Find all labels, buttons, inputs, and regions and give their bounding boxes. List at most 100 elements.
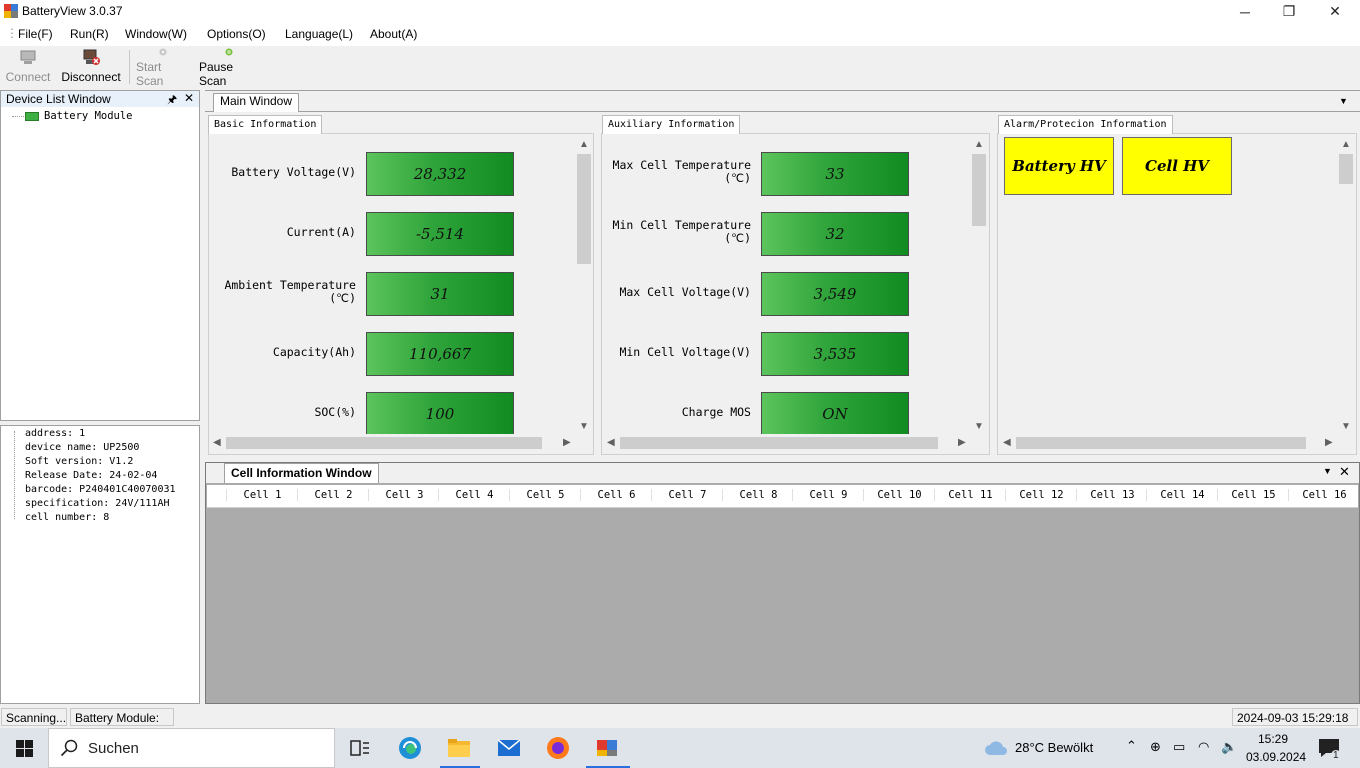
min-cell-temperature-value: 32 (761, 212, 909, 256)
scroll-down-icon[interactable]: ▼ (974, 421, 984, 432)
menu-file[interactable]: File(F) (18, 27, 53, 41)
cell-column-1[interactable]: Cell 1 (226, 489, 298, 501)
cell-column-6[interactable]: Cell 6 (580, 489, 652, 501)
mail-icon[interactable] (497, 736, 521, 760)
scroll-left-icon[interactable]: ◀ (213, 437, 221, 448)
alarm-vscroll-thumb[interactable] (1339, 154, 1353, 184)
scroll-up-icon[interactable]: ▲ (579, 139, 589, 150)
tree-line (12, 116, 24, 117)
network-icon[interactable]: ◠ (1198, 739, 1209, 755)
pause-icon (225, 48, 233, 56)
cell-column-3[interactable]: Cell 3 (368, 489, 440, 501)
volume-icon[interactable]: 🔈 (1221, 739, 1237, 755)
cell-hv-alarm: Cell HV (1122, 137, 1232, 195)
connect-button[interactable]: Connect (5, 48, 51, 88)
auxiliary-vertical-scrollbar[interactable] (971, 138, 987, 434)
info-release-date: Release Date: 24-02-04 (25, 470, 158, 481)
menu-window[interactable]: Window(W) (125, 27, 187, 41)
tab-cell-information[interactable]: Cell Information Window (224, 463, 379, 483)
battery-tray-icon[interactable]: ▭ (1173, 739, 1185, 755)
cell-column-7[interactable]: Cell 7 (651, 489, 723, 501)
cell-column-2[interactable]: Cell 2 (297, 489, 369, 501)
charge-mos-label: Charge MOS (681, 405, 751, 419)
cell-window-close-icon[interactable]: ✕ (1339, 464, 1350, 480)
device-tree-item[interactable]: Battery Module (44, 110, 133, 122)
status-datetime: 2024-09-03 15:29:18 (1232, 708, 1358, 726)
device-list-close-icon[interactable]: ✕ (184, 91, 194, 105)
auxiliary-hscroll-thumb[interactable] (620, 437, 938, 449)
cell-column-13[interactable]: Cell 13 (1076, 489, 1148, 501)
cell-column-15[interactable]: Cell 15 (1217, 489, 1289, 501)
min-cell-voltage-value: 3,535 (761, 332, 909, 376)
cell-column-4[interactable]: Cell 4 (438, 489, 510, 501)
task-view-icon[interactable] (348, 736, 372, 760)
tab-strip-line (205, 111, 1360, 112)
scroll-left-icon[interactable]: ◀ (607, 437, 615, 448)
cell-column-9[interactable]: Cell 9 (792, 489, 864, 501)
tab-dropdown-icon[interactable]: ▼ (1339, 96, 1348, 106)
scroll-down-icon[interactable]: ▼ (1341, 421, 1351, 432)
max-cell-voltage-value: 3,549 (761, 272, 909, 316)
search-icon (60, 739, 78, 757)
info-barcode: barcode: P240401C40070031 (25, 484, 176, 495)
menu-about[interactable]: About(A) (370, 27, 417, 41)
charge-mos-value: ON (761, 392, 909, 434)
cell-dropdown-icon[interactable]: ▼ (1323, 466, 1332, 476)
menu-run[interactable]: Run(R) (70, 27, 109, 41)
menu-bar (0, 23, 1360, 46)
weather-text[interactable]: 28°C Bewölkt (1015, 740, 1093, 755)
scroll-right-icon[interactable]: ▶ (958, 437, 966, 448)
basic-info-tab[interactable]: Basic Information (208, 115, 323, 134)
pause-scan-button[interactable]: Pause Scan (199, 48, 259, 88)
cell-column-12[interactable]: Cell 12 (1005, 489, 1077, 501)
battery-voltage-value: 28,332 (366, 152, 514, 196)
maximize-button[interactable]: ❐ (1266, 0, 1312, 23)
close-button[interactable]: ✕ (1312, 0, 1358, 23)
windows-start-icon[interactable] (16, 740, 33, 757)
alarm-vertical-scrollbar[interactable] (1338, 138, 1354, 434)
clock-date[interactable]: 03.09.2024 (1246, 750, 1306, 764)
menu-options[interactable]: Options(O) (207, 27, 266, 41)
auxiliary-vscroll-thumb[interactable] (972, 154, 986, 226)
auxiliary-info-tab[interactable]: Auxiliary Information (602, 115, 741, 134)
basic-hscroll-thumb[interactable] (226, 437, 542, 449)
scroll-left-icon[interactable]: ◀ (1003, 437, 1011, 448)
scroll-down-icon[interactable]: ▼ (579, 421, 589, 432)
scroll-up-icon[interactable]: ▲ (974, 139, 984, 150)
batteryview-app-icon[interactable] (595, 736, 619, 760)
cell-column-11[interactable]: Cell 11 (934, 489, 1006, 501)
file-explorer-icon[interactable] (447, 736, 471, 760)
basic-vertical-scrollbar[interactable] (576, 138, 592, 434)
firefox-icon[interactable] (546, 736, 570, 760)
cell-column-10[interactable]: Cell 10 (863, 489, 935, 501)
cell-column-5[interactable]: Cell 5 (509, 489, 581, 501)
cloud-icon (985, 741, 1007, 755)
connect-icon (20, 50, 36, 64)
clock-time[interactable]: 15:29 (1258, 732, 1288, 746)
edge-browser-icon[interactable] (398, 736, 422, 760)
menu-language[interactable]: Language(L) (285, 27, 353, 41)
cell-column-8[interactable]: Cell 8 (722, 489, 794, 501)
device-list-title: Device List Window (6, 92, 111, 106)
basic-vscroll-thumb[interactable] (577, 154, 591, 264)
tab-main-window[interactable]: Main Window (213, 93, 300, 112)
scroll-up-icon[interactable]: ▲ (1341, 139, 1351, 150)
current-value: -5,514 (366, 212, 514, 256)
scroll-right-icon[interactable]: ▶ (1325, 437, 1333, 448)
tree-line (14, 431, 16, 519)
cell-column-16[interactable]: Cell 16 (1288, 489, 1360, 501)
status-module-count: Battery Module: 1 (70, 708, 174, 743)
disconnect-button[interactable]: Disconnect (60, 48, 122, 88)
start-scan-button[interactable]: Start Scan (136, 48, 190, 88)
alarm-hscroll-thumb[interactable] (1016, 437, 1306, 449)
minimize-button[interactable]: ─ (1222, 0, 1268, 23)
cell-column-14[interactable]: Cell 14 (1146, 489, 1218, 501)
pin-icon[interactable]: 🖈 (167, 91, 177, 110)
window-title: BatteryView 3.0.37 (22, 4, 123, 18)
info-cell-number: cell number: 8 (25, 512, 110, 523)
tray-chevron-icon[interactable]: ⌃ (1126, 738, 1137, 754)
alarm-info-tab[interactable]: Alarm/Protecion Information (998, 115, 1173, 134)
usb-device-icon[interactable]: ⊕ (1150, 739, 1161, 755)
ambient-temperature-value: 31 (366, 272, 514, 316)
scroll-right-icon[interactable]: ▶ (563, 437, 571, 448)
